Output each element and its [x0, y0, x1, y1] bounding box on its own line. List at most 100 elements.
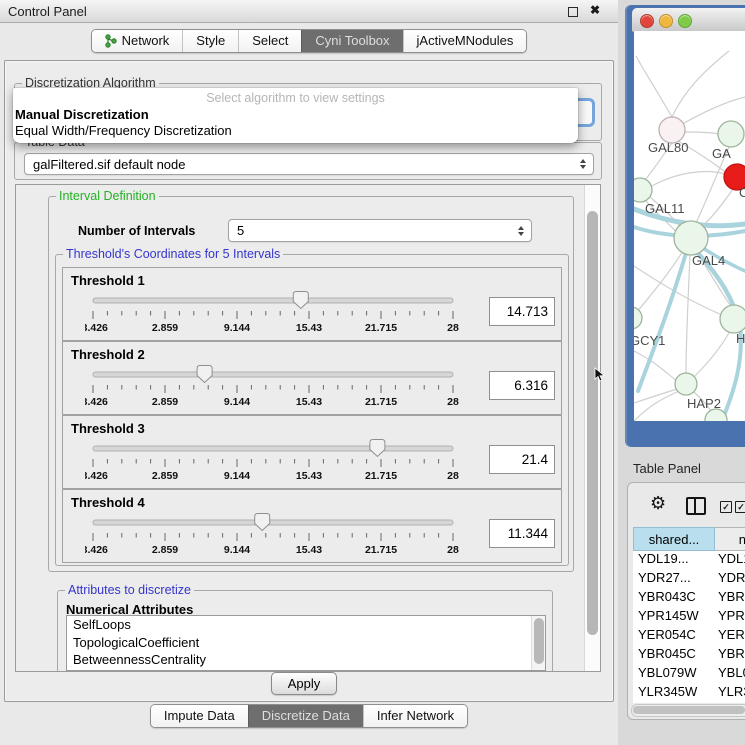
svg-text:21.715: 21.715	[365, 396, 397, 408]
tab-cyni-toolbox[interactable]: Cyni Toolbox	[301, 30, 402, 52]
zoom-traffic-light-icon[interactable]	[678, 14, 692, 28]
network-canvas[interactable]: GAL80GACGAL11GAL4GCY1HHAP2	[634, 31, 745, 421]
svg-text:9.144: 9.144	[224, 470, 250, 482]
combo-spinner-icon	[580, 159, 586, 169]
algorithm-hint-item[interactable]: Select algorithm to view settings	[13, 91, 578, 105]
interval-definition-label: Interval Definition	[56, 189, 159, 203]
panel-title: Control Panel	[8, 4, 87, 19]
column-header-shared-name[interactable]: shared...	[633, 527, 715, 551]
bottom-tab-bar: Impute Data Discretize Data Infer Networ…	[0, 704, 618, 728]
threshold-4-value-field[interactable]: 11.344	[489, 519, 555, 548]
table-cell[interactable]: YBR045C	[633, 646, 714, 665]
table-row[interactable]: YLR345WYLR3	[633, 684, 745, 703]
network-node[interactable]	[720, 305, 745, 333]
table-rows[interactable]: YDL19...YDL1YDR27...YDR2YBR043CYBR0YPR14…	[633, 551, 745, 703]
tab-impute-data[interactable]: Impute Data	[151, 705, 248, 727]
svg-text:2.859: 2.859	[152, 544, 178, 556]
svg-text:2.859: 2.859	[152, 322, 178, 334]
table-cell[interactable]: YDR2	[714, 570, 745, 589]
threshold-3-value-field[interactable]: 21.4	[489, 445, 555, 474]
settings-vertical-scrollbar[interactable]	[584, 185, 600, 671]
table-cell[interactable]: YBR0	[714, 589, 745, 608]
tab-network[interactable]: Network	[92, 30, 183, 52]
thresholds-group: Threshold's Coordinates for 5 Intervals …	[55, 254, 569, 566]
split-columns-icon[interactable]	[686, 497, 706, 515]
table-cell[interactable]: YBR0	[714, 646, 745, 665]
network-node[interactable]	[718, 121, 744, 147]
algorithm-option-equal-width[interactable]: Equal Width/Frequency Discretization	[15, 123, 232, 138]
table-cell[interactable]: YER054C	[633, 627, 714, 646]
tab-infer-network[interactable]: Infer Network	[363, 705, 467, 727]
num-intervals-combo[interactable]: 5	[228, 219, 532, 242]
svg-text:-3.426: -3.426	[85, 470, 108, 482]
network-window-titlebar[interactable]	[632, 8, 745, 32]
table-cell[interactable]: YDL1	[714, 551, 745, 570]
network-graph: GAL80GACGAL11GAL4GCY1HHAP2	[634, 31, 745, 421]
threshold-4-label: Threshold 4	[71, 495, 145, 510]
apply-button[interactable]: Apply	[271, 672, 337, 695]
threshold-2-label: Threshold 2	[71, 347, 145, 362]
threshold-1-value-field[interactable]: 14.713	[489, 297, 555, 326]
network-node[interactable]	[634, 178, 652, 202]
table-cell[interactable]: YDL19...	[633, 551, 714, 570]
mouse-cursor	[594, 367, 605, 382]
table-row[interactable]: YDR27...YDR2	[633, 570, 745, 589]
table-row[interactable]: YDL19...YDL1	[633, 551, 745, 570]
table-cell[interactable]: YDR27...	[633, 570, 714, 589]
network-node-label: GA	[712, 146, 731, 161]
threshold-2-slider[interactable]: -3.4262.8599.14415.4321.71528	[85, 364, 479, 412]
attributes-group: Attributes to discretize Numerical Attri…	[57, 590, 553, 672]
svg-text:21.715: 21.715	[365, 544, 397, 556]
tab-network-label: Network	[122, 33, 170, 48]
svg-text:9.144: 9.144	[224, 544, 250, 556]
svg-text:28: 28	[447, 396, 459, 408]
threshold-1-slider[interactable]: -3.4262.8599.14415.4321.71528	[85, 290, 479, 338]
table-cell[interactable]: YPR1	[714, 608, 745, 627]
table-header-row: shared... name	[633, 527, 745, 551]
threshold-panel-2: Threshold 2 -3.4262.8599.14415.4321.7152…	[62, 341, 562, 415]
network-node[interactable]	[634, 307, 642, 329]
attribute-list-item[interactable]: BetweennessCentrality	[67, 651, 545, 669]
table-panel-title: Table Panel	[633, 461, 701, 476]
network-node[interactable]	[675, 373, 697, 395]
float-window-icon[interactable]	[568, 7, 578, 17]
table-row[interactable]: YBR045CYBR0	[633, 646, 745, 665]
threshold-3-slider[interactable]: -3.4262.8599.14415.4321.71528	[85, 438, 479, 486]
table-horizontal-scrollbar[interactable]	[631, 704, 745, 717]
table-data-combo[interactable]: galFiltered.sif default node	[24, 153, 594, 175]
checkbox-icon[interactable]: ✓	[720, 501, 732, 513]
tab-style[interactable]: Style	[182, 30, 238, 52]
table-cell[interactable]: YLR3	[714, 684, 745, 703]
close-traffic-light-icon[interactable]	[640, 14, 654, 28]
table-row[interactable]: YBR043CYBR0	[633, 589, 745, 608]
table-cell[interactable]: YLR345W	[633, 684, 714, 703]
num-intervals-value: 5	[237, 223, 244, 238]
numerical-attributes-list[interactable]: SelfLoopsTopologicalCoefficientBetweenne…	[66, 615, 546, 671]
column-header-name[interactable]: name	[715, 527, 745, 551]
algorithm-dropdown-popup: Select algorithm to view settings Manual…	[13, 88, 578, 143]
table-cell[interactable]: YPR145W	[633, 608, 714, 627]
algorithm-option-manual[interactable]: Manual Discretization	[15, 107, 149, 122]
attributes-list-scrollbar[interactable]	[531, 616, 545, 670]
network-node[interactable]	[674, 221, 708, 255]
close-icon[interactable]: ✖	[590, 3, 600, 17]
attribute-list-item[interactable]: TopologicalCoefficient	[67, 634, 545, 652]
checkbox-icon[interactable]: ✓	[735, 501, 745, 513]
tab-jactivemnodules[interactable]: jActiveMNodules	[403, 30, 527, 52]
table-cell[interactable]: YER0	[714, 627, 745, 646]
table-cell[interactable]: YBL0	[714, 665, 745, 684]
tab-select[interactable]: Select	[238, 30, 301, 52]
gear-icon[interactable]: ⚙	[650, 493, 666, 514]
settings-scroll-panel: Interval Definition Number of Intervals …	[15, 184, 601, 672]
tab-discretize-data[interactable]: Discretize Data	[248, 705, 363, 727]
threshold-4-slider[interactable]: -3.4262.8599.14415.4321.71528	[85, 512, 479, 560]
table-cell[interactable]: YBR043C	[633, 589, 714, 608]
attribute-list-item[interactable]: SelfLoops	[67, 616, 545, 634]
table-cell[interactable]: YBL079W	[633, 665, 714, 684]
minimize-traffic-light-icon[interactable]	[659, 14, 673, 28]
table-row[interactable]: YBL079WYBL0	[633, 665, 745, 684]
threshold-2-value-field[interactable]: 6.316	[489, 371, 555, 400]
network-node-label: H	[736, 331, 745, 346]
table-row[interactable]: YPR145WYPR1	[633, 608, 745, 627]
table-row[interactable]: YER054CYER0	[633, 627, 745, 646]
